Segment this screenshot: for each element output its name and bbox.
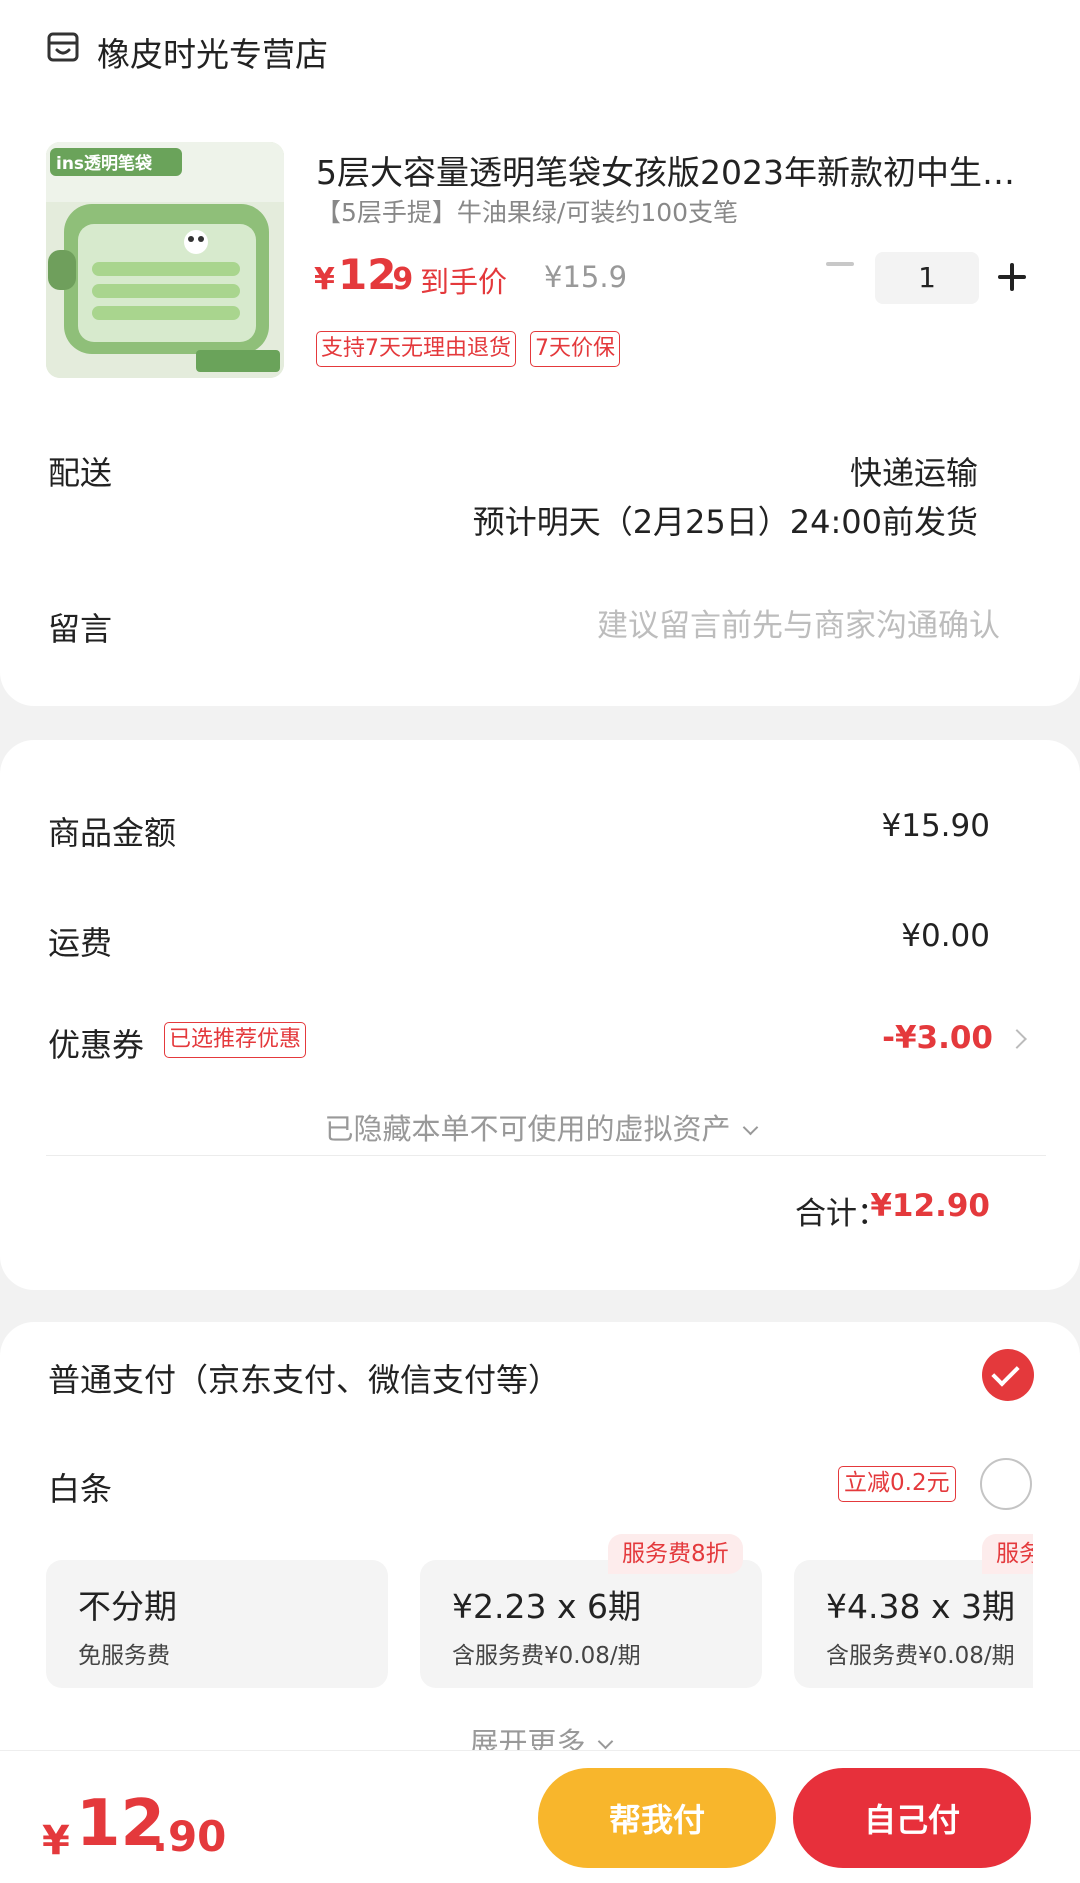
shipping-fee-label: 运费 (48, 924, 113, 962)
return-policy-tag: 支持7天无理由退货 (316, 331, 516, 367)
store-name[interactable]: 橡皮时光专营店 (97, 28, 328, 76)
product-image-caption: ins透明笔袋 (56, 153, 153, 174)
baitiao-payment-option[interactable]: 白条 (48, 1464, 112, 1510)
service-fee-discount-badge: 服务费8折 (608, 1534, 743, 1574)
installment-plans: 不分期 免服务费 ¥2.23 x 6期 含服务费¥0.08/期 ¥4.38 x … (46, 1518, 1033, 1698)
chevron-down-icon (742, 1119, 758, 1136)
checkmark-selected-icon[interactable] (982, 1349, 1034, 1401)
plan-title: 不分期 (78, 1587, 177, 1626)
baitiao-discount-tag: 立减0.2元 (838, 1466, 956, 1502)
bottom-total-decimal: .90 (152, 1812, 227, 1861)
delivery-label: 配送 (48, 454, 113, 492)
installment-plan-none[interactable]: 不分期 免服务费 (46, 1560, 388, 1688)
bottom-total-currency: ¥ (42, 1818, 70, 1864)
total-value: ¥12.90 (870, 1188, 990, 1224)
coupon-recommend-tag: 已选推荐优惠 (164, 1022, 307, 1058)
original-price: ¥15.9 (544, 260, 628, 294)
plan-title: ¥2.23 x 6期 (452, 1587, 641, 1626)
message-label: 留言 (48, 610, 113, 648)
product-spec[interactable]: 【5层手提】牛油果绿/可装约100支笔 (316, 193, 738, 229)
quantity-input[interactable]: 1 (875, 252, 979, 304)
plan-subtitle: 含服务费¥0.08/期 (452, 1643, 641, 1669)
installment-plan-6[interactable]: ¥2.23 x 6期 含服务费¥0.08/期 (420, 1560, 762, 1688)
installment-plan-3[interactable]: ¥4.38 x 3期 含服务费¥0.08/期 (794, 1560, 1033, 1688)
coupon-label: 优惠券 (48, 1026, 145, 1064)
plan-title: ¥4.38 x 3期 (826, 1587, 1015, 1626)
hidden-assets-text: 已隐藏本单不可使用的虚拟资产 (324, 1112, 731, 1146)
goods-amount-value: ¥15.90 (881, 808, 990, 844)
chevron-down-icon (597, 1733, 613, 1750)
store-icon (46, 30, 80, 64)
quantity-decrease-button[interactable] (826, 262, 854, 266)
price-currency: ¥ (314, 262, 335, 297)
service-fee-discount-badge: 服务费8折 (982, 1534, 1033, 1574)
pay-myself-button[interactable]: 自己付 (793, 1768, 1031, 1868)
plan-subtitle: 免服务费 (78, 1643, 170, 1669)
coupon-value[interactable]: -¥3.00 (882, 1020, 993, 1056)
baitiao-radio-button[interactable] (980, 1458, 1032, 1510)
price-decimal: .9 (381, 262, 414, 297)
product-image[interactable]: ins透明笔袋 (46, 142, 284, 378)
shipping-fee-value: ¥0.00 (901, 918, 990, 954)
divider (46, 1155, 1046, 1156)
help-me-pay-button[interactable]: 帮我付 (538, 1768, 776, 1868)
goods-amount-label: 商品金额 (48, 814, 177, 852)
hidden-assets-toggle[interactable]: 已隐藏本单不可使用的虚拟资产 (0, 1106, 1080, 1148)
product-title[interactable]: 5层大容量透明笔袋女孩版2023年新款初中生… (316, 146, 1031, 194)
plan-subtitle: 含服务费¥0.08/期 (826, 1643, 1015, 1669)
delivery-estimate[interactable]: 预计明天（2月25日）24:00前发货 (473, 497, 978, 543)
final-price-label: 到手价 (420, 265, 508, 299)
message-input[interactable] (520, 602, 1000, 650)
normal-payment-option[interactable]: 普通支付（京东支付、微信支付等） (48, 1355, 560, 1401)
price-protection-tag: 7天价保 (530, 331, 620, 367)
quantity-increase-button[interactable] (998, 262, 1030, 294)
delivery-method[interactable]: 快递运输 (850, 448, 978, 494)
